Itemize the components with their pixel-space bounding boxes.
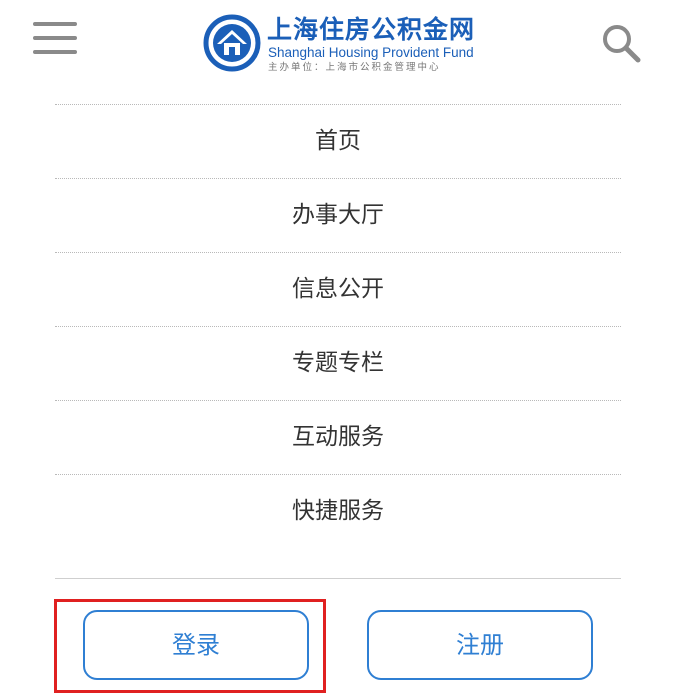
section-divider [55, 578, 621, 579]
site-logo[interactable]: 上海住房公积金网 Shanghai Housing Provident Fund… [203, 14, 483, 74]
main-nav-menu: 首页 办事大厅 信息公开 专题专栏 互动服务 快捷服务 [55, 104, 621, 548]
nav-item-special-topics[interactable]: 专题专栏 [55, 327, 621, 401]
site-header: 上海住房公积金网 Shanghai Housing Provident Fund… [0, 0, 677, 90]
hamburger-line [33, 36, 77, 40]
logo-sponsor: 主办单位：上海市公积金管理中心 [268, 62, 441, 73]
nav-item-quick-services[interactable]: 快捷服务 [55, 475, 621, 548]
register-button[interactable]: 注册 [367, 610, 593, 680]
search-icon[interactable] [600, 22, 642, 64]
nav-item-home[interactable]: 首页 [55, 105, 621, 179]
nav-item-service-hall[interactable]: 办事大厅 [55, 179, 621, 253]
logo-title-cn: 上海住房公积金网 [267, 15, 476, 44]
house-emblem-icon [203, 14, 261, 72]
hamburger-line [33, 50, 77, 54]
login-button[interactable]: 登录 [83, 610, 309, 680]
nav-item-interactive-services[interactable]: 互动服务 [55, 401, 621, 475]
logo-title-en: Shanghai Housing Provident Fund [268, 45, 474, 60]
hamburger-menu-icon[interactable] [33, 18, 77, 58]
hamburger-line [33, 22, 77, 26]
nav-item-info-disclosure[interactable]: 信息公开 [55, 253, 621, 327]
